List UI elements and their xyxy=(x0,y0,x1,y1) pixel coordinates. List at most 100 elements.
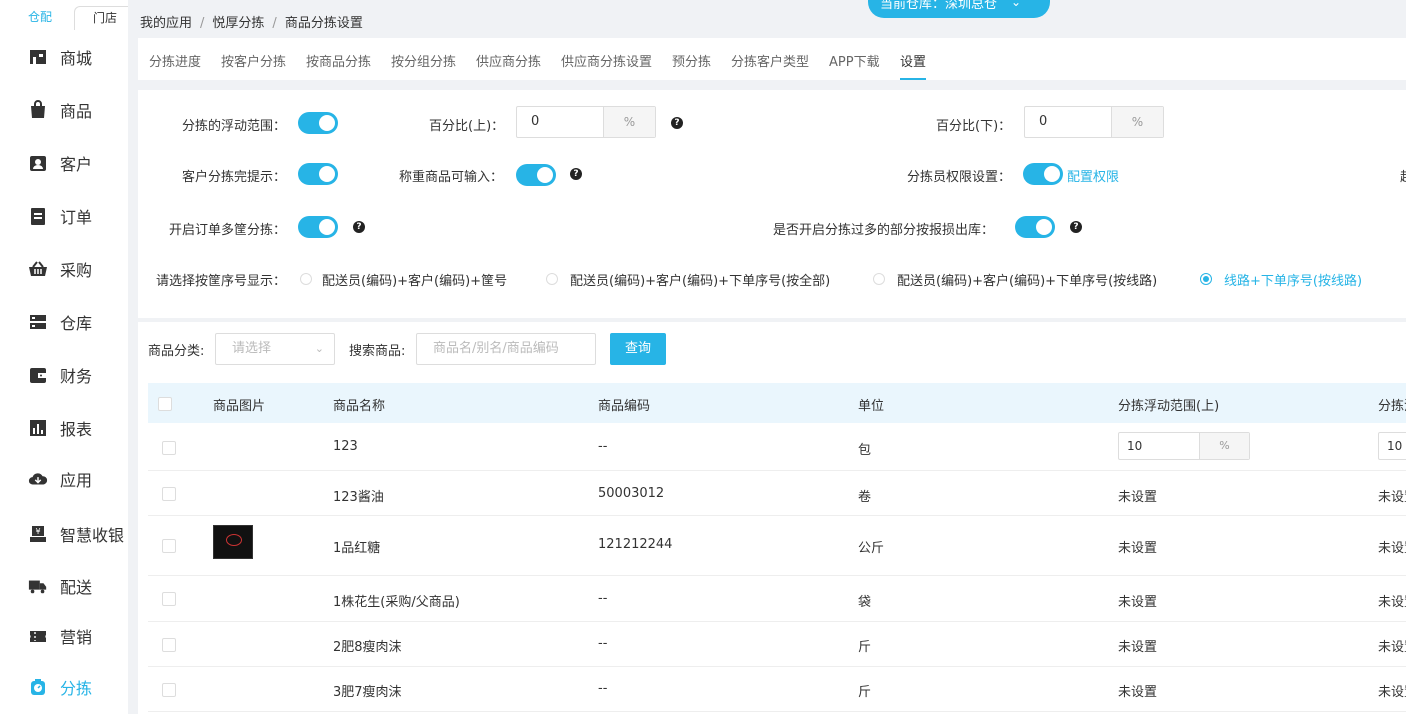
row-checkbox[interactable] xyxy=(162,441,176,455)
percent-upper-input[interactable]: 0 % xyxy=(516,106,656,138)
search-input[interactable]: 商品名/别名/商品编码 xyxy=(416,333,596,365)
radio-option-1[interactable] xyxy=(300,273,312,285)
sidebar-item-orders[interactable]: 订单 xyxy=(28,203,92,229)
sidebar-item-mall[interactable]: 商城 xyxy=(28,44,92,70)
help-icon[interactable]: ? xyxy=(1070,221,1082,233)
sidebar-item-label: 报表 xyxy=(60,420,93,439)
sidebar-item-label: 采购 xyxy=(60,261,93,280)
breadcrumb-item[interactable]: 我的应用 xyxy=(140,16,192,31)
sidebar-item-purchase[interactable]: 采购 xyxy=(28,256,92,282)
radio-option-4[interactable] xyxy=(1200,273,1212,285)
column-header: 分拣浮 xyxy=(1378,399,1406,414)
category-select[interactable]: 请选择 ⌄ xyxy=(215,333,335,365)
row-checkbox[interactable] xyxy=(162,487,176,501)
help-icon[interactable]: ? xyxy=(570,168,582,180)
basket-icon xyxy=(28,259,48,279)
row-checkbox[interactable] xyxy=(162,539,176,553)
scale-icon xyxy=(28,677,48,697)
radio-option-1-label[interactable]: 配送员(编码)+客户(编码)+筐号 xyxy=(322,270,507,289)
multi-basket-label: 开启订单多筐分拣： xyxy=(169,223,287,238)
radio-option-3[interactable] xyxy=(873,273,885,285)
config-permission-link[interactable]: 配置权限 xyxy=(1067,166,1119,185)
percent-lower-value[interactable]: 0 xyxy=(1025,107,1111,137)
table-row: 2肥8瘦肉沫 -- 斤 未设置 未设置 xyxy=(148,622,1406,667)
weigh-input-label: 称重商品可输入： xyxy=(399,170,504,185)
tab-by-group[interactable]: 按分组分拣 xyxy=(391,51,456,70)
tab-warehouse-delivery[interactable]: 仓配 xyxy=(10,6,70,30)
query-button[interactable]: 查询 xyxy=(610,333,666,365)
lower-range-value: 未设置 xyxy=(1378,595,1406,610)
goods-list-panel: 商品分类: 请选择 ⌄ 搜索商品: 商品名/别名/商品编码 查询 商品图片 商品… xyxy=(138,322,1406,714)
sorter-permission-toggle[interactable] xyxy=(1023,163,1063,185)
tab-sorting-progress[interactable]: 分拣进度 xyxy=(149,51,201,70)
goods-name: 2肥8瘦肉沫 xyxy=(333,640,402,655)
overflow-loss-toggle[interactable] xyxy=(1015,216,1055,238)
goods-name: 123酱油 xyxy=(333,490,384,505)
tab-by-goods[interactable]: 按商品分拣 xyxy=(306,51,371,70)
row-checkbox[interactable] xyxy=(162,638,176,652)
sidebar-item-goods[interactable]: 商品 xyxy=(28,97,92,123)
chevron-down-icon: ⌄ xyxy=(314,342,324,355)
select-all-checkbox[interactable] xyxy=(158,397,172,411)
goods-code: -- xyxy=(598,636,608,651)
lower-range-value: 未设置 xyxy=(1378,490,1406,505)
active-tab-indicator xyxy=(900,78,926,80)
sidebar-item-cashier[interactable]: ¥ 智慧收银 xyxy=(28,521,124,547)
row-checkbox[interactable] xyxy=(162,683,176,697)
sidebar-item-label: 订单 xyxy=(60,208,93,227)
warehouse-selector[interactable]: 当前仓库：深圳总仓 ⌄ xyxy=(868,0,1050,18)
percent-upper-value[interactable]: 0 xyxy=(517,107,603,137)
sidebar-item-finance[interactable]: 财务 xyxy=(28,362,92,388)
table-row: 123 -- 包 10 % 10 xyxy=(148,423,1406,471)
tab-supplier-settings[interactable]: 供应商分拣设置 xyxy=(561,51,652,70)
goods-code: -- xyxy=(598,439,608,454)
truncated-setting-label: 超 xyxy=(1400,166,1406,185)
upper-range-value: 未设置 xyxy=(1118,490,1158,505)
tab-store[interactable]: 门店 xyxy=(74,6,136,30)
customer-icon xyxy=(28,153,48,173)
sidebar-item-sorting[interactable]: 分拣 xyxy=(28,674,92,700)
sorter-permission-label: 分拣员权限设置： xyxy=(907,170,1012,185)
lower-range-value[interactable]: 10 xyxy=(1379,433,1406,459)
radio-option-4-label[interactable]: 线路+下单序号(按线路) xyxy=(1224,270,1362,289)
upper-range-input[interactable]: 10 % xyxy=(1118,432,1250,460)
percent-unit: % xyxy=(1111,107,1163,137)
tab-settings[interactable]: 设置 xyxy=(900,51,926,70)
multi-basket-toggle[interactable] xyxy=(298,216,338,238)
sidebar-item-warehouse[interactable]: 仓库 xyxy=(28,309,92,335)
sidebar-item-marketing[interactable]: 营销 xyxy=(28,623,92,649)
sidebar-item-delivery[interactable]: 配送 xyxy=(28,573,92,599)
lower-range-input[interactable]: 10 xyxy=(1378,432,1406,460)
row-checkbox[interactable] xyxy=(162,592,176,606)
percent-lower-label: 百分比(下)： xyxy=(936,119,1012,134)
customer-done-toggle[interactable] xyxy=(298,163,338,185)
category-filter-label: 商品分类: xyxy=(148,344,205,359)
goods-code: 50003012 xyxy=(598,486,665,501)
tab-supplier-sorting[interactable]: 供应商分拣 xyxy=(476,51,541,70)
tab-bar: 分拣进度 按客户分拣 按商品分拣 按分组分拣 供应商分拣 供应商分拣设置 预分拣… xyxy=(138,38,1406,80)
ticket-icon xyxy=(28,626,48,646)
breadcrumb: 我的应用 / 悦厚分拣 / 商品分拣设置 xyxy=(140,12,363,31)
radio-option-2[interactable] xyxy=(546,273,558,285)
sidebar-item-apps[interactable]: 应用 xyxy=(28,466,92,492)
sidebar-item-customer[interactable]: 客户 xyxy=(28,150,92,176)
percent-lower-input[interactable]: 0 % xyxy=(1024,106,1164,138)
tab-app-download[interactable]: APP下载 xyxy=(829,51,880,70)
float-range-toggle[interactable] xyxy=(298,112,338,134)
radio-option-3-label[interactable]: 配送员(编码)+客户(编码)+下单序号(按线路) xyxy=(897,270,1157,289)
radio-option-2-label[interactable]: 配送员(编码)+客户(编码)+下单序号(按全部) xyxy=(570,270,830,289)
upper-range-value[interactable]: 10 xyxy=(1119,433,1199,459)
tab-by-customer[interactable]: 按客户分拣 xyxy=(221,51,286,70)
breadcrumb-item[interactable]: 悦厚分拣 xyxy=(212,16,264,31)
help-icon[interactable]: ? xyxy=(671,117,683,129)
tab-pre-sorting[interactable]: 预分拣 xyxy=(672,51,711,70)
sidebar-item-reports[interactable]: 报表 xyxy=(28,415,92,441)
goods-name: 1株花生(采购/父商品) xyxy=(333,595,460,610)
weigh-input-toggle[interactable] xyxy=(516,164,556,186)
help-icon[interactable]: ? xyxy=(353,221,365,233)
column-header: 分拣浮动范围(上) xyxy=(1118,399,1220,414)
sidebar-item-label: 客户 xyxy=(60,155,93,174)
category-placeholder: 请选择 xyxy=(232,341,272,356)
column-header: 单位 xyxy=(858,399,885,414)
tab-customer-type[interactable]: 分拣客户类型 xyxy=(731,51,809,70)
